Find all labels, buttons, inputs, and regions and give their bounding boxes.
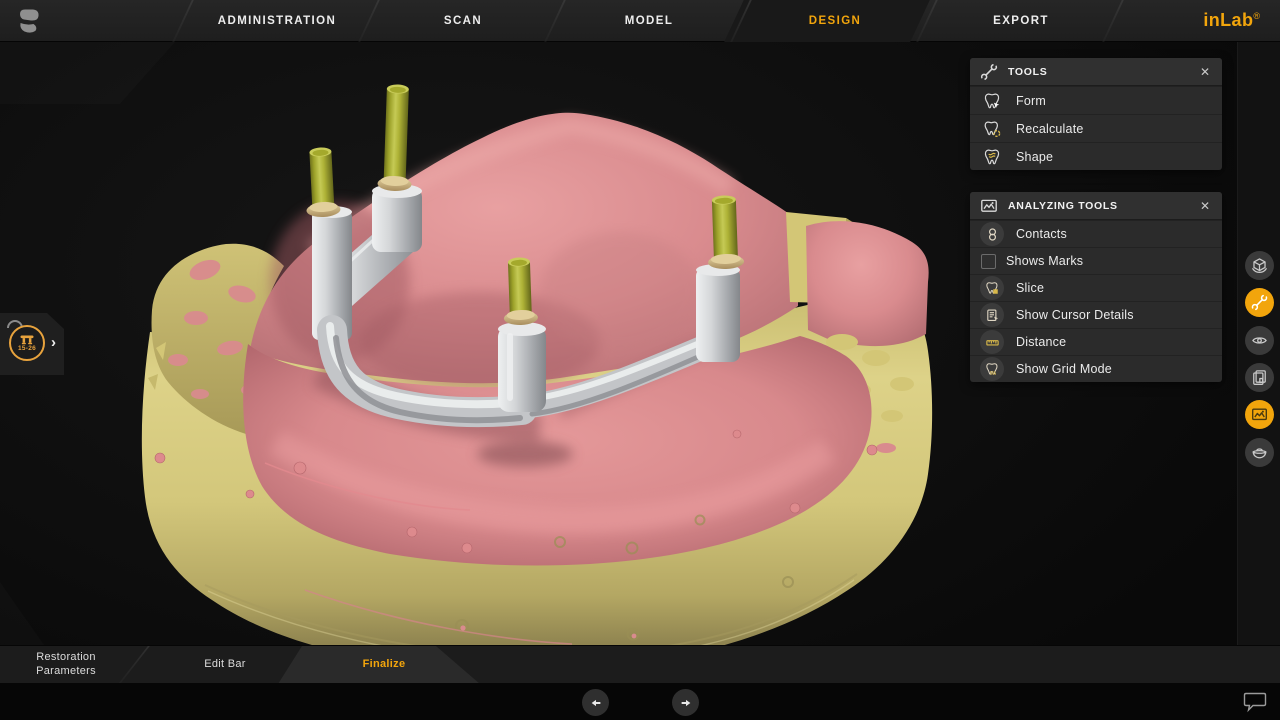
objects-copy-button[interactable] <box>1245 363 1274 392</box>
scan-post-back[interactable] <box>377 84 415 192</box>
close-icon[interactable]: ✕ <box>1196 197 1214 215</box>
tool-label: Distance <box>1016 335 1066 349</box>
tooth-recalculate-icon <box>980 117 1004 141</box>
shows-marks-checkbox[interactable] <box>981 254 996 269</box>
gingiva-right-wing <box>806 221 929 346</box>
step-label: Finalize <box>363 658 406 672</box>
sirona-logo <box>16 7 44 35</box>
contacts-icon <box>980 222 1004 246</box>
eye-icon <box>1251 332 1268 349</box>
tool-label: Form <box>1016 94 1046 108</box>
view-cube-button[interactable] <box>1245 251 1274 280</box>
grid-mode-icon <box>980 357 1004 381</box>
analyzing-tools-panel: ANALYZING TOOLS ✕ Contacts Shows Marks <box>970 192 1222 382</box>
registered-mark: ® <box>1253 11 1260 21</box>
documents-icon <box>1251 369 1268 386</box>
analyzing-monitor-icon <box>980 197 998 215</box>
speech-bubble-icon <box>1242 691 1268 713</box>
bottom-step-bar: Restoration Parameters Edit Bar Finalize <box>0 645 1280 683</box>
stage-accent <box>0 582 44 645</box>
tool-label: Show Cursor Details <box>1016 308 1134 322</box>
tab-label: ADMINISTRATION <box>218 15 336 27</box>
restoration-flyout[interactable]: 15-26 › <box>0 313 64 375</box>
tool-label: Shape <box>1016 150 1053 164</box>
tab-design[interactable]: DESIGN <box>742 0 928 42</box>
analyzing-monitor-icon <box>1251 406 1268 423</box>
wrench-icon <box>980 63 998 81</box>
tool-label: Contacts <box>1016 227 1067 241</box>
step-finalize[interactable]: Finalize <box>334 646 434 684</box>
jaw-model-button[interactable] <box>1245 438 1274 467</box>
stage-accent <box>0 42 175 104</box>
tab-label: EXPORT <box>993 15 1049 27</box>
step-separator <box>118 646 150 684</box>
step-label: Restoration Parameters <box>23 651 109 679</box>
tooth-range-label: 15-26 <box>18 345 36 352</box>
tool-recalculate[interactable]: Recalculate <box>970 114 1222 142</box>
tab-export[interactable]: EXPORT <box>928 0 1114 42</box>
analyzing-show-grid-mode[interactable]: Show Grid Mode <box>970 355 1222 382</box>
tools-panel-header: TOOLS ✕ <box>970 58 1222 86</box>
tab-label: DESIGN <box>809 15 862 27</box>
tool-label: Show Grid Mode <box>1016 362 1112 376</box>
brand-name: inLab <box>1203 10 1253 31</box>
analyzing-panel-header: ANALYZING TOOLS ✕ <box>970 192 1222 220</box>
analyzing-shows-marks[interactable]: Shows Marks <box>970 247 1222 274</box>
distance-ruler-icon <box>980 330 1004 354</box>
analyzing-panel-title: ANALYZING TOOLS <box>1008 200 1196 212</box>
tooth-form-icon <box>980 89 1004 113</box>
tool-label: Shows Marks <box>1006 254 1083 268</box>
tool-shape[interactable]: Shape <box>970 142 1222 170</box>
restoration-bar-badge[interactable]: 15-26 <box>9 325 45 361</box>
analyzing-contacts[interactable]: Contacts <box>970 220 1222 247</box>
jaw-bowl-icon <box>1251 444 1268 461</box>
tab-scan[interactable]: SCAN <box>370 0 556 42</box>
slice-icon <box>980 276 1004 300</box>
tab-label: MODEL <box>625 15 674 27</box>
analyzing-slice[interactable]: Slice <box>970 274 1222 301</box>
tab-administration[interactable]: ADMINISTRATION <box>184 0 370 42</box>
right-toolbar <box>1237 42 1280 645</box>
feedback-button[interactable] <box>1242 691 1268 713</box>
tooth-shape-icon <box>980 145 1004 169</box>
close-icon[interactable]: ✕ <box>1196 63 1214 81</box>
tab-model[interactable]: MODEL <box>556 0 742 42</box>
tools-panel-title: TOOLS <box>1008 66 1196 78</box>
cursor-details-icon <box>980 303 1004 327</box>
arrow-left-icon <box>589 696 603 710</box>
step-label: Edit Bar <box>204 658 246 672</box>
visibility-button[interactable] <box>1245 326 1274 355</box>
inlab-application-window: ADMINISTRATION SCAN MODEL DESIGN EXPORT … <box>0 0 1280 720</box>
wrench-icon <box>1251 294 1268 311</box>
chevron-right-icon[interactable]: › <box>51 334 56 351</box>
tool-label: Slice <box>1016 281 1044 295</box>
tools-button[interactable] <box>1245 288 1274 317</box>
bottom-strip <box>0 683 1280 720</box>
step-restoration-parameters[interactable]: Restoration Parameters <box>16 646 116 684</box>
top-phase-bar: ADMINISTRATION SCAN MODEL DESIGN EXPORT … <box>0 0 1280 42</box>
tab-label: SCAN <box>444 15 482 27</box>
analyzing-distance[interactable]: Distance <box>970 328 1222 355</box>
analyzing-tools-button[interactable] <box>1245 400 1274 429</box>
next-step-button[interactable] <box>672 689 699 716</box>
step-edit-bar[interactable]: Edit Bar <box>175 646 275 684</box>
arrow-right-icon <box>679 696 693 710</box>
scan-post-left[interactable] <box>303 147 341 218</box>
tool-label: Recalculate <box>1016 122 1084 136</box>
tool-form[interactable]: Form <box>970 86 1222 114</box>
tools-panel: TOOLS ✕ Form Recalculate <box>970 58 1222 170</box>
cube-icon <box>1251 257 1268 274</box>
analyzing-show-cursor-details[interactable]: Show Cursor Details <box>970 301 1222 328</box>
previous-step-button[interactable] <box>582 689 609 716</box>
inlab-wordmark: inLab ® <box>1203 0 1260 42</box>
